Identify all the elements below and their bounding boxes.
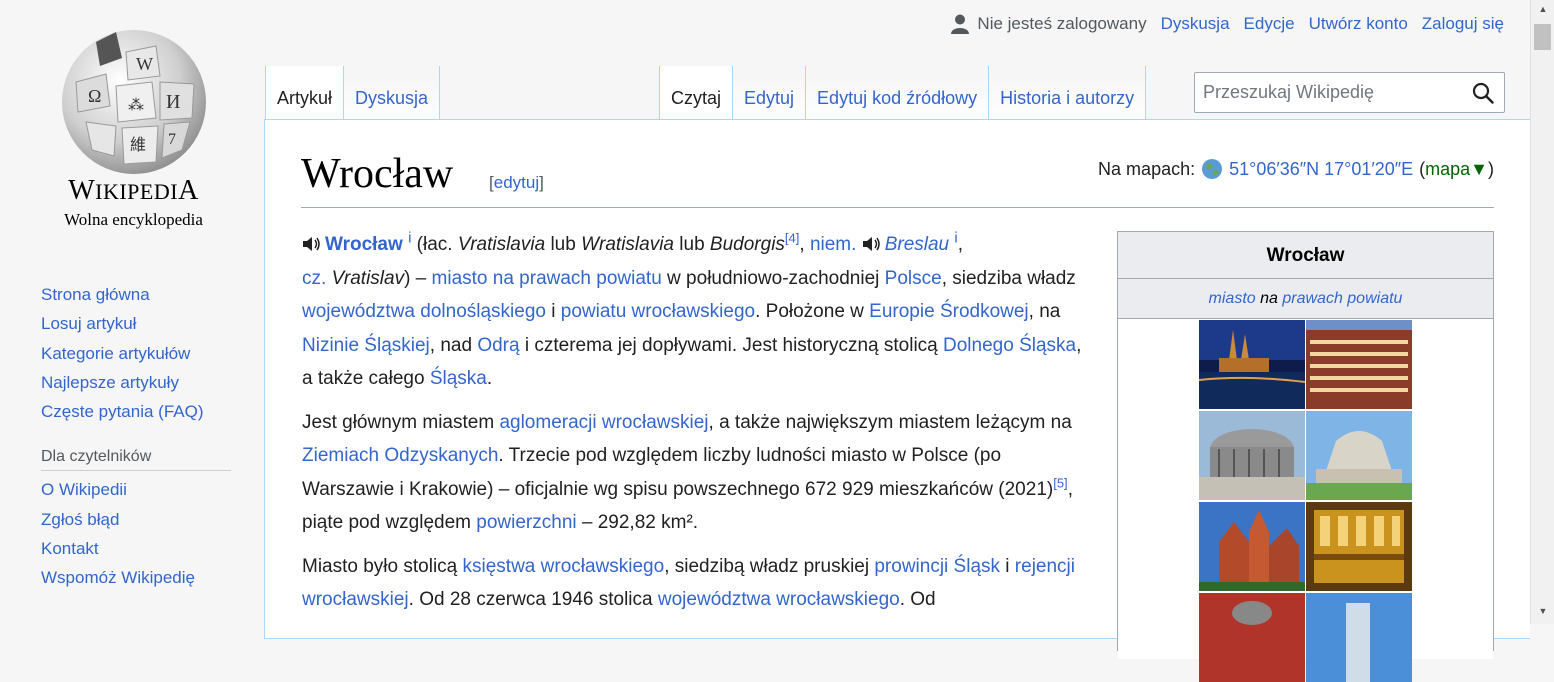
sidebar-item-donate[interactable]: Wspomóż Wikipedię xyxy=(41,568,195,587)
link-wroclaw-audio[interactable]: Wrocław xyxy=(325,234,403,255)
link-prowincja[interactable]: prowincji Śląsk xyxy=(874,556,1000,577)
link-ziemie-odzyskane[interactable]: Ziemiach Odzyskanych xyxy=(302,445,498,466)
sidebar-item-faq[interactable]: Częste pytania (FAQ) xyxy=(41,402,204,421)
map-toggle[interactable]: mapa▼ xyxy=(1425,159,1488,179)
search-icon[interactable] xyxy=(1472,82,1494,104)
ref-5[interactable]: [5] xyxy=(1053,475,1067,490)
tab-edit-source[interactable]: Edytuj kod źródłowy xyxy=(806,66,990,120)
page-scrollbar[interactable]: ▲ ▼ xyxy=(1530,0,1554,624)
link-miasto-na-prawach-powiatu[interactable]: miasto na prawach powiatu xyxy=(432,268,662,289)
personal-link-login[interactable]: Zaloguj się xyxy=(1422,14,1504,34)
link-wojewodztwo-wroclawskie[interactable]: województwa wrocławskiego xyxy=(658,589,900,610)
infobox-link-prawach-powiatu[interactable]: prawach powiatu xyxy=(1282,290,1402,307)
link-aglomeracja[interactable]: aglomeracji wrocławskiej xyxy=(499,412,708,433)
article-body: Wrocław i (łac. Vratislavia lub Wratisla… xyxy=(302,228,1092,627)
link-niem[interactable]: niem. xyxy=(810,234,856,255)
sidebar-item-report-error[interactable]: Zgłoś błąd xyxy=(41,510,119,529)
link-powiat[interactable]: powiatu wrocławskiego xyxy=(561,301,755,322)
globe-icon[interactable] xyxy=(1201,158,1223,180)
tab-history[interactable]: Historia i autorzy xyxy=(989,66,1147,120)
sidebar-item-best-articles[interactable]: Najlepsze artykuły xyxy=(41,373,179,392)
infobox: Wrocław miasto na prawach powiatu xyxy=(1117,231,1494,682)
coords-link[interactable]: 51°06′36″N 17°01′20″E xyxy=(1229,159,1413,180)
svg-text:維: 維 xyxy=(130,135,146,154)
personal-tools: Nie jesteś zalogowany Dyskusja Edycje Ut… xyxy=(951,14,1504,34)
infobox-subtitle: miasto na prawach powiatu xyxy=(1118,279,1493,319)
sidebar-item-main-page[interactable]: Strona główna xyxy=(41,285,150,304)
title-row: Wrocław [edytuj] Na mapach: 51°06′36″N 1… xyxy=(301,148,1494,208)
puzzle-globe-icon: W Ω ⁂ И 維 7 xyxy=(62,30,206,174)
link-odra[interactable]: Odrą xyxy=(477,335,519,356)
personal-link-create-account[interactable]: Utwórz konto xyxy=(1309,14,1408,34)
infobox-collage xyxy=(1118,319,1493,682)
search-box xyxy=(1194,72,1505,113)
title-edit-section: [edytuj] xyxy=(489,173,544,192)
photo-brick-building[interactable] xyxy=(1199,593,1305,682)
namespace-tabs: Artykuł Dyskusja xyxy=(265,66,441,120)
paragraph-2: Jest głównym miastem aglomeracji wrocław… xyxy=(302,411,1073,534)
tab-talk[interactable]: Dyskusja xyxy=(344,66,441,120)
sidebar-readers-nav: O Wikipedii Zgłoś błąd Kontakt Wspomóż W… xyxy=(41,475,241,592)
photo-ostrow-tumski-night[interactable] xyxy=(1199,320,1305,409)
link-nizina[interactable]: Nizinie Śląskiej xyxy=(302,335,430,356)
map-toggle-arrow-icon: ▼ xyxy=(1470,158,1488,179)
personal-link-talk[interactable]: Dyskusja xyxy=(1161,14,1230,34)
logo-tagline: Wolna encyklopedia xyxy=(64,210,203,229)
speaker-icon[interactable] xyxy=(862,236,882,252)
link-wojewodztwo[interactable]: województwa dolnośląskiego xyxy=(302,301,546,322)
svg-text:W: W xyxy=(136,54,153,74)
view-tabs: Czytaj Edytuj Edytuj kod źródłowy Histor… xyxy=(659,66,1147,120)
link-cz[interactable]: cz. xyxy=(302,268,326,289)
coordinates: Na mapach: 51°06′36″N 17°01′20″E (mapa▼) xyxy=(1098,158,1494,180)
speaker-icon[interactable] xyxy=(302,236,322,252)
tab-article[interactable]: Artykuł xyxy=(265,66,345,120)
page-title: Wrocław xyxy=(301,151,454,197)
sidebar: Strona główna Losuj artykuł Kategorie ar… xyxy=(41,280,241,593)
coords-label: Na mapach: xyxy=(1098,158,1196,179)
infobox-title: Wrocław xyxy=(1118,232,1493,279)
photo-aula-leopoldina[interactable] xyxy=(1306,502,1412,591)
ref-4[interactable]: [4] xyxy=(785,231,799,246)
link-slask[interactable]: Śląska xyxy=(430,368,487,389)
sidebar-item-random[interactable]: Losuj artykuł xyxy=(41,314,136,333)
photo-sky-tower[interactable] xyxy=(1306,593,1412,682)
user-icon xyxy=(951,14,970,34)
tab-edit[interactable]: Edytuj xyxy=(733,66,807,120)
wikipedia-logo[interactable]: W Ω ⁂ И 維 7 WIKIPEDIA Wolna encyklopedia xyxy=(36,20,231,235)
scrollbar-thumb[interactable] xyxy=(1534,24,1551,50)
sidebar-item-about[interactable]: O Wikipedii xyxy=(41,480,127,499)
anon-user-status: Nie jesteś zalogowany xyxy=(951,14,1147,34)
svg-text:И: И xyxy=(166,91,180,113)
search-input[interactable] xyxy=(1195,73,1455,112)
sidebar-heading-readers: Dla czytelników xyxy=(41,448,231,472)
title-edit-link[interactable]: edytuj xyxy=(494,173,539,192)
personal-link-contributions[interactable]: Edycje xyxy=(1244,14,1295,34)
svg-text:⁂: ⁂ xyxy=(128,97,144,114)
link-polska[interactable]: Polsce xyxy=(885,268,942,289)
tab-read[interactable]: Czytaj xyxy=(659,66,734,120)
photo-modernist-building[interactable] xyxy=(1306,320,1412,409)
infobox-link-miasto[interactable]: miasto xyxy=(1209,290,1256,307)
photo-hala-stulecia[interactable] xyxy=(1306,411,1412,500)
link-powierzchnia[interactable]: powierzchni xyxy=(476,512,576,533)
sidebar-item-categories[interactable]: Kategorie artykułów xyxy=(41,344,190,363)
content-area: Wrocław [edytuj] Na mapach: 51°06′36″N 1… xyxy=(264,119,1530,682)
svg-text:Ω: Ω xyxy=(88,86,101,106)
link-ksiestwo[interactable]: księstwa wrocławskiego xyxy=(463,556,665,577)
paragraph-3: Miasto było stolicą księstwa wrocławskie… xyxy=(302,555,1075,611)
sidebar-item-contact[interactable]: Kontakt xyxy=(41,539,99,558)
link-dolny-slask[interactable]: Dolnego Śląska xyxy=(943,335,1076,356)
paragraph-1: Wrocław i (łac. Vratislavia lub Wratisla… xyxy=(302,229,1082,389)
svg-text:7: 7 xyxy=(168,131,176,148)
sidebar-main-nav: Strona główna Losuj artykuł Kategorie ar… xyxy=(41,280,241,426)
scroll-up-arrow-icon[interactable]: ▲ xyxy=(1531,0,1554,18)
scroll-down-arrow-icon[interactable]: ▼ xyxy=(1531,602,1554,620)
link-breslau-audio[interactable]: Breslau xyxy=(885,234,949,255)
link-europa[interactable]: Europie Środkowej xyxy=(869,301,1028,322)
photo-old-town-hall[interactable] xyxy=(1199,502,1305,591)
logo-wordmark: WIKIPEDIA xyxy=(68,175,199,206)
photo-panorama-raclawicka[interactable] xyxy=(1199,411,1305,500)
